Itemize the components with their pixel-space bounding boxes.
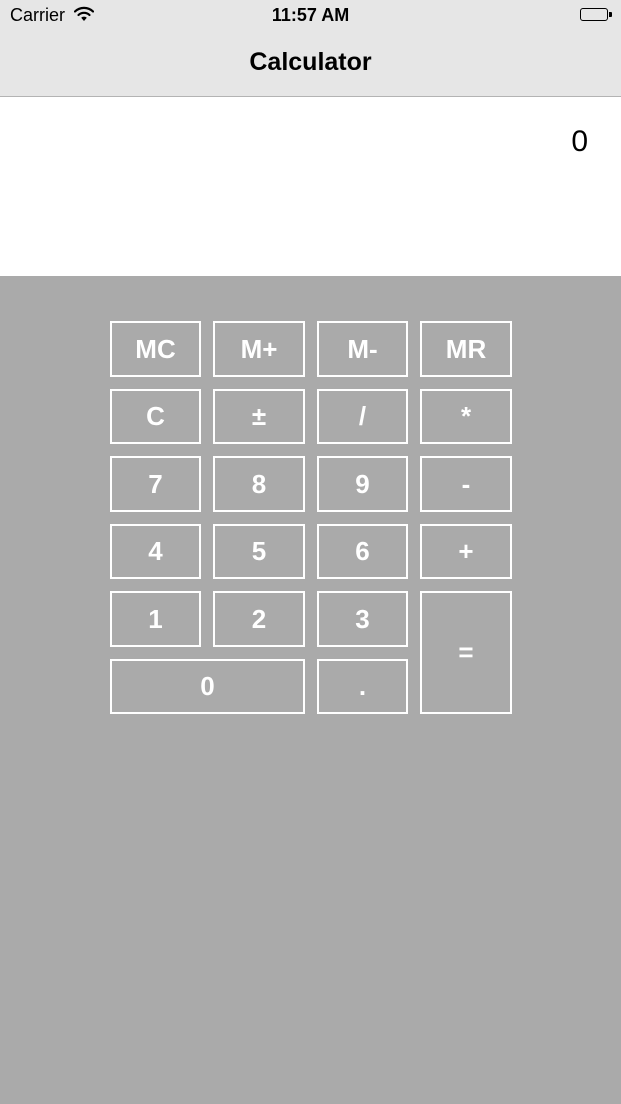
clear-button[interactable]: C	[110, 389, 201, 444]
digit-7-button[interactable]: 7	[110, 456, 201, 512]
status-bar: Carrier 11:57 AM	[0, 0, 621, 32]
memory-subtract-button[interactable]: M-	[317, 321, 408, 377]
keypad: MC M+ M- MR C ± / * 7 8 9 - 4 5 6 + 1 2 …	[0, 276, 621, 1104]
battery-icon	[580, 8, 612, 21]
multiply-button[interactable]: *	[420, 389, 512, 444]
subtract-button[interactable]: -	[420, 456, 512, 512]
add-button[interactable]: +	[420, 524, 512, 579]
equals-button[interactable]: =	[420, 591, 512, 714]
decimal-button[interactable]: .	[317, 659, 408, 714]
digit-9-button[interactable]: 9	[317, 456, 408, 512]
digit-3-button[interactable]: 3	[317, 591, 408, 647]
digit-1-button[interactable]: 1	[110, 591, 201, 647]
memory-add-button[interactable]: M+	[213, 321, 305, 377]
digit-5-button[interactable]: 5	[213, 524, 305, 579]
digit-6-button[interactable]: 6	[317, 524, 408, 579]
digit-8-button[interactable]: 8	[213, 456, 305, 512]
navigation-bar: Calculator	[0, 32, 621, 97]
digit-0-button[interactable]: 0	[110, 659, 305, 714]
memory-clear-button[interactable]: MC	[110, 321, 201, 377]
digit-4-button[interactable]: 4	[110, 524, 201, 579]
plus-minus-button[interactable]: ±	[213, 389, 305, 444]
calculator-display: 0	[0, 97, 621, 276]
display-value: 0	[571, 125, 588, 158]
divide-button[interactable]: /	[317, 389, 408, 444]
digit-2-button[interactable]: 2	[213, 591, 305, 647]
status-time: 11:57 AM	[271, 5, 350, 25]
memory-recall-button[interactable]: MR	[420, 321, 512, 377]
page-title: Calculator	[249, 48, 372, 76]
